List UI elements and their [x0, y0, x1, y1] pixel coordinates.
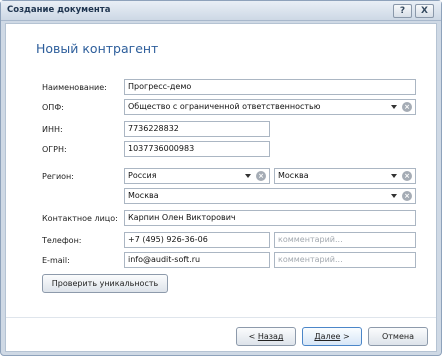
dropdown-arrow-icon[interactable]	[391, 105, 397, 109]
next-label: Далее	[314, 332, 341, 341]
close-button[interactable]: X	[415, 4, 434, 18]
phone-input[interactable]: +7 (495) 926-36-06	[124, 232, 270, 248]
window-title: Создание документа	[7, 5, 111, 15]
opf-label: ОПФ:	[42, 103, 64, 112]
city-value: Москва	[128, 191, 159, 200]
email-input[interactable]: info@audit-soft.ru	[124, 252, 270, 268]
title-bar: Создание документа ? X	[1, 1, 441, 21]
back-button[interactable]: < Назад	[236, 327, 296, 346]
opf-select[interactable]: Общество с ограниченной ответственностью…	[124, 99, 416, 115]
clear-icon[interactable]: ×	[402, 171, 412, 181]
clear-icon[interactable]: ×	[402, 102, 412, 112]
ogrn-label: ОГРН:	[42, 145, 67, 154]
email-comment-input[interactable]: комментарий...	[274, 252, 416, 268]
page-title: Новый контрагент	[36, 41, 159, 56]
phone-label: Телефон:	[42, 236, 82, 245]
next-suffix: >	[340, 332, 350, 341]
ogrn-input[interactable]: 1037736000983	[124, 141, 270, 157]
region-select[interactable]: Москва ×	[274, 168, 416, 184]
contact-label: Контактное лицо:	[42, 214, 118, 223]
contact-input[interactable]: Карпин Олен Викторович	[124, 210, 416, 226]
dropdown-arrow-icon[interactable]	[391, 194, 397, 198]
email-label: E-mail:	[42, 256, 70, 265]
check-uniqueness-button[interactable]: Проверить уникальность	[42, 274, 168, 293]
country-value: Россия	[128, 171, 157, 180]
footer-divider	[6, 317, 436, 318]
help-button[interactable]: ?	[393, 4, 412, 18]
next-button[interactable]: Далее >	[302, 327, 362, 346]
phone-comment-input[interactable]: комментарий...	[274, 232, 416, 248]
dialog-window: Создание документа ? X Новый контрагент …	[0, 0, 442, 356]
name-input[interactable]: Прогресс-демо	[124, 79, 416, 95]
dropdown-arrow-icon[interactable]	[245, 174, 251, 178]
dropdown-arrow-icon[interactable]	[391, 174, 397, 178]
city-select[interactable]: Москва ×	[124, 188, 416, 204]
region-label: Регион:	[42, 172, 74, 181]
country-select[interactable]: Россия ×	[124, 168, 270, 184]
content-panel: Новый контрагент Наименование: Прогресс-…	[5, 23, 437, 352]
clear-icon[interactable]: ×	[402, 191, 412, 201]
opf-value: Общество с ограниченной ответственностью	[128, 102, 321, 111]
inn-label: ИНН:	[42, 125, 63, 134]
region-value: Москва	[278, 171, 309, 180]
clear-icon[interactable]: ×	[256, 171, 266, 181]
cancel-button[interactable]: Отмена	[368, 327, 428, 346]
inn-input[interactable]: 7736228832	[124, 121, 270, 137]
back-prefix: <	[248, 332, 258, 341]
name-label: Наименование:	[42, 83, 107, 92]
back-label: Назад	[257, 332, 284, 341]
